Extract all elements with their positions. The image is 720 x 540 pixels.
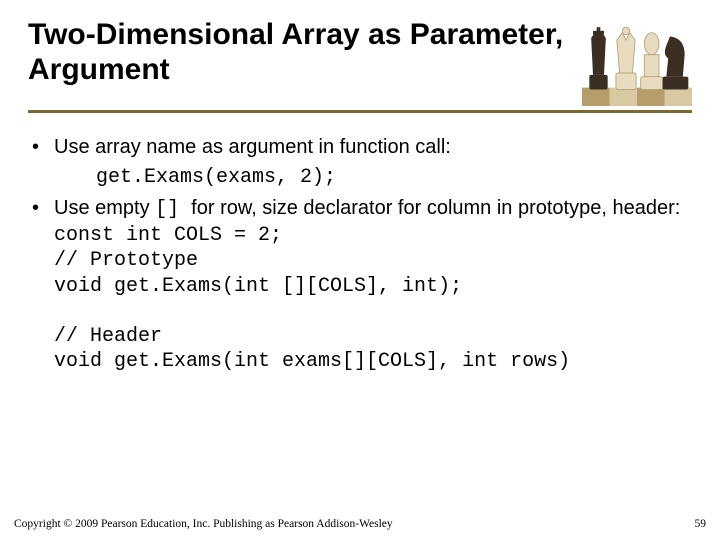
code-const-line: const int COLS = 2;	[54, 223, 692, 249]
slide: Two-Dimensional Array as Parameter, Argu…	[0, 0, 720, 540]
copyright-text: Copyright © 2009 Pearson Education, Inc.…	[14, 518, 393, 530]
bullet-2-brackets: []	[155, 198, 191, 221]
blank-line	[54, 300, 692, 324]
content-area: Use array name as argument in function c…	[28, 135, 692, 375]
code-line-call: get.Exams(exams, 2);	[96, 165, 692, 191]
footer: Copyright © 2009 Pearson Education, Inc.…	[14, 518, 706, 530]
code-header-comment: // Header	[54, 324, 692, 350]
title-underline	[28, 110, 692, 113]
bullet-1-text: Use array name as argument in function c…	[54, 136, 451, 158]
chess-pieces-icon	[582, 18, 692, 106]
title-row: Two-Dimensional Array as Parameter, Argu…	[28, 18, 692, 106]
bullet-2-text-b: for row, size declarator for column in p…	[191, 197, 680, 219]
code-prototype-line: void get.Exams(int [][COLS], int);	[54, 274, 692, 300]
bullet-item-1: Use array name as argument in function c…	[28, 135, 692, 161]
code-prototype-comment: // Prototype	[54, 248, 692, 274]
bullet-2-text-a: Use empty	[54, 197, 155, 219]
code-header-line: void get.Exams(int exams[][COLS], int ro…	[54, 349, 692, 375]
bullet-item-2: Use empty [] for row, size declarator fo…	[28, 196, 692, 375]
page-number: 59	[695, 518, 707, 530]
page-title: Two-Dimensional Array as Parameter, Argu…	[28, 18, 574, 87]
